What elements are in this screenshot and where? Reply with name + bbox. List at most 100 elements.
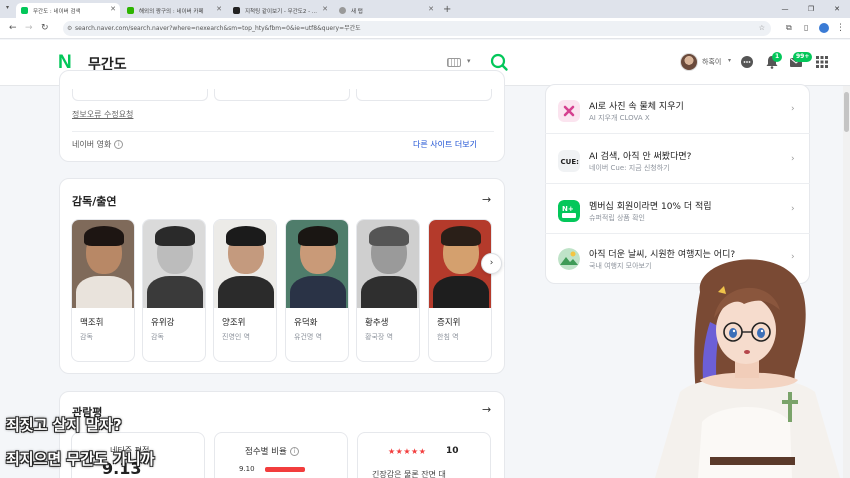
- mail-badge: 99+: [793, 52, 813, 62]
- sidebar-icon[interactable]: ▯: [804, 22, 808, 34]
- divider: [545, 133, 810, 134]
- star-rating: ★★★★★: [388, 447, 427, 456]
- menu-dots-icon[interactable]: ⋮: [836, 22, 845, 34]
- new-tab-button[interactable]: +: [443, 3, 451, 18]
- item-title: AI로 사진 속 물체 지우기: [589, 102, 684, 112]
- person-photo: [214, 220, 276, 308]
- minimize-icon[interactable]: —: [772, 0, 798, 18]
- item-subtitle: 네이버 Cue: 지금 신청하기: [589, 164, 670, 172]
- top-review-box[interactable]: ★★★★★ 10 긴장감은 물론 잔면 대: [357, 432, 491, 478]
- tab-title: 지척팅 같이보기 - 무간도2 - ...: [245, 8, 318, 15]
- item-title: AI 검색, 아직 안 써봤다면?: [589, 152, 692, 162]
- person-card[interactable]: 맥조휘 감독: [71, 219, 135, 362]
- info-box: [72, 89, 208, 101]
- item-title: 멤버십 회원이라면 10% 더 적립: [589, 202, 712, 212]
- divider: [545, 183, 810, 184]
- browser-toolbar: ← → ↻ ⚙ search.naver.com/search.naver?wh…: [0, 18, 850, 39]
- chevron-down-icon[interactable]: ▾: [728, 57, 731, 64]
- user-name[interactable]: 하혹이: [702, 57, 721, 67]
- person-name: 양조위: [222, 318, 246, 328]
- person-role: 감독: [80, 333, 93, 341]
- tab-watch-party[interactable]: 지척팅 같이보기 - 무간도2 - ... ✕: [228, 3, 332, 18]
- keyboard-icon[interactable]: [447, 58, 461, 67]
- tab-search-icon[interactable]: ▾: [6, 4, 9, 11]
- ratio-label: 점수별 비율 i: [245, 445, 299, 457]
- grid-menu-icon[interactable]: [814, 54, 830, 70]
- person-card[interactable]: 증지위 한침 역: [428, 219, 492, 362]
- tab-strip: ▾ 무간도 : 네이버 검색 ✕ 해외의 짱구의 : 네이버 카페 ✕ 지척팅 …: [0, 0, 850, 18]
- score-ratio-box[interactable]: 점수별 비율 i 9.10: [214, 432, 348, 478]
- svg-text:N+: N+: [562, 205, 574, 213]
- recommend-item[interactable]: N+ 멤버십 회원이라면 10% 더 적립 슈퍼적립 상품 확인 ›: [558, 196, 798, 224]
- tab-naver-search[interactable]: 무간도 : 네이버 검색 ✕: [16, 3, 120, 18]
- address-bar[interactable]: ⚙ search.naver.com/search.naver?where=ne…: [63, 21, 771, 36]
- person-name: 증지위: [437, 318, 461, 328]
- talk-icon[interactable]: [739, 54, 755, 70]
- tab-title: 무간도 : 네이버 검색: [33, 8, 81, 15]
- vtuber-avatar: [655, 259, 840, 478]
- tab-close-icon[interactable]: ✕: [110, 5, 116, 13]
- close-window-icon[interactable]: ✕: [824, 0, 850, 18]
- maximize-icon[interactable]: ❐: [798, 0, 824, 18]
- person-photo: [357, 220, 419, 308]
- person-photo: [72, 220, 134, 308]
- divider: [545, 233, 810, 234]
- search-icon[interactable]: [489, 52, 509, 72]
- info-box: [356, 89, 492, 101]
- tab-naver-cafe[interactable]: 해외의 짱구의 : 네이버 카페 ✕: [122, 3, 226, 18]
- tab-close-icon[interactable]: ✕: [428, 5, 434, 13]
- person-card[interactable]: 유덕화 유건명 역: [285, 219, 349, 362]
- extensions-icon[interactable]: ⧉: [786, 22, 792, 34]
- arrow-right-icon[interactable]: →: [482, 403, 491, 416]
- tab-title: 해외의 짱구의 : 네이버 카페: [139, 8, 204, 15]
- review-snippet: 긴장감은 물론 잔면 대: [372, 470, 446, 478]
- person-card[interactable]: 황추생 황국장 역: [356, 219, 420, 362]
- person-role: 유건명 역: [294, 333, 322, 341]
- avatar[interactable]: [680, 53, 698, 71]
- star-score: 10: [446, 446, 459, 456]
- reload-icon[interactable]: ↻: [41, 22, 49, 34]
- tab-new-tab[interactable]: 새 탭 ✕: [334, 3, 438, 18]
- chevron-down-icon[interactable]: ▾: [467, 57, 471, 65]
- scrollbar-thumb[interactable]: [844, 92, 849, 132]
- tab-title: 새 탭: [351, 8, 363, 15]
- carousel-next-button[interactable]: ›: [481, 253, 502, 274]
- window-controls: — ❐ ✕: [772, 0, 850, 18]
- recommend-item[interactable]: CUE: AI 검색, 아직 안 써봤다면? 네이버 Cue: 지금 신청하기 …: [558, 146, 798, 174]
- notification-badge: 1: [772, 52, 783, 62]
- profile-icon[interactable]: [819, 23, 829, 33]
- ratio-value: 9.10: [239, 465, 255, 473]
- recommend-item[interactable]: AI로 사진 속 물체 지우기 AI 지우개 CLOVA X ›: [558, 96, 798, 124]
- subtitle-line-2: 죄지으면 무간도 가니까: [6, 450, 155, 468]
- watch-favicon-icon: [233, 7, 240, 14]
- chevron-right-icon: ›: [791, 154, 795, 164]
- ai-eraser-icon: [558, 100, 580, 122]
- item-subtitle: 슈퍼적립 상품 확인: [589, 214, 645, 222]
- travel-icon: [558, 248, 580, 270]
- person-role: 황국장 역: [365, 333, 393, 341]
- ratio-bar: [265, 467, 305, 472]
- person-photo: [143, 220, 205, 308]
- section-title-cast: 감독/출연: [72, 195, 117, 208]
- info-icon[interactable]: i: [114, 140, 124, 149]
- bookmark-star-icon[interactable]: ☆: [759, 21, 765, 36]
- site-info-icon[interactable]: ⚙: [67, 21, 72, 36]
- person-card[interactable]: 양조위 진영인 역: [213, 219, 277, 362]
- edit-request-link[interactable]: 정보오류 수정요청: [72, 109, 133, 120]
- forward-icon[interactable]: →: [25, 22, 33, 34]
- chevron-right-icon: ›: [791, 104, 795, 114]
- person-name: 맥조휘: [80, 318, 104, 328]
- person-name: 유위강: [151, 318, 175, 328]
- tab-close-icon[interactable]: ✕: [322, 5, 328, 13]
- more-sites-link[interactable]: 다른 사이트 더보기: [413, 139, 477, 150]
- person-card[interactable]: 유위강 감독: [142, 219, 206, 362]
- tab-close-icon[interactable]: ✕: [216, 5, 222, 13]
- info-box: [214, 89, 350, 101]
- info-icon[interactable]: i: [289, 447, 299, 456]
- chevron-right-icon: ›: [791, 204, 795, 214]
- cue-logo-icon: CUE:: [558, 150, 580, 172]
- person-role: 한침 역: [437, 333, 459, 341]
- back-icon[interactable]: ←: [9, 22, 17, 34]
- arrow-right-icon[interactable]: →: [482, 193, 491, 206]
- url-text: search.naver.com/search.naver?where=nexe…: [75, 25, 361, 32]
